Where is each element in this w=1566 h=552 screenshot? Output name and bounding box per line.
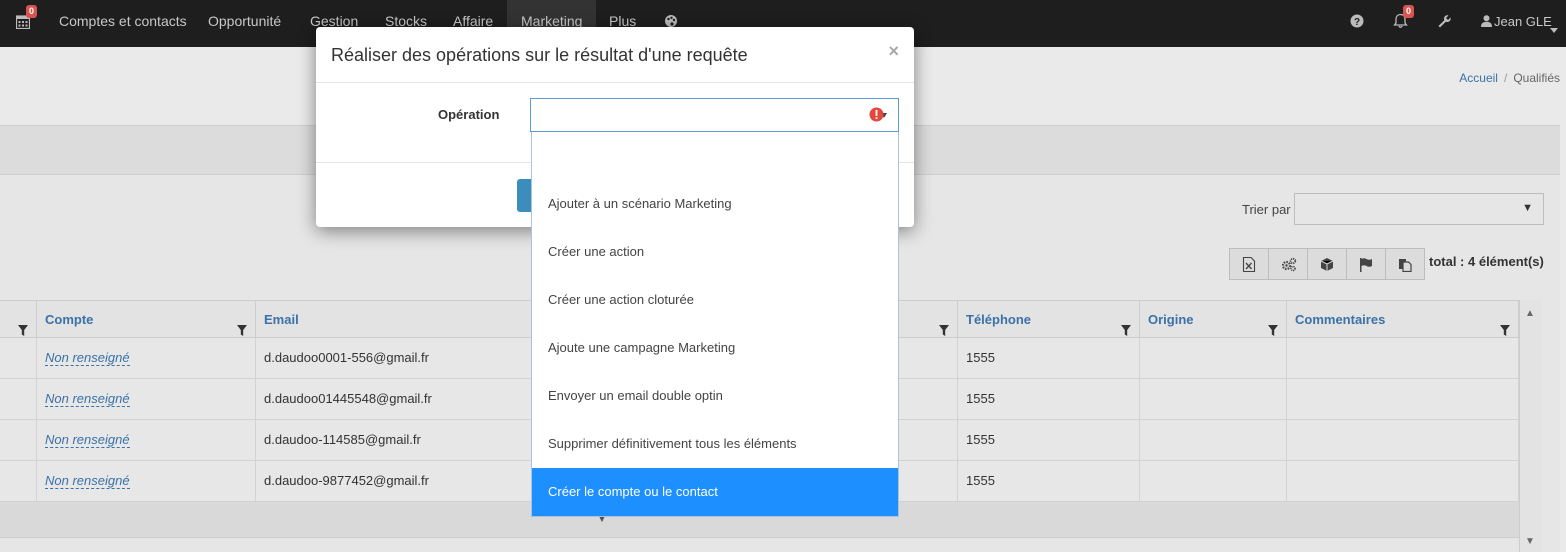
row-select-cell[interactable] bbox=[0, 338, 37, 379]
header-commentaires-label: Commentaires bbox=[1295, 312, 1386, 327]
origine-cell bbox=[1140, 461, 1287, 502]
option-supprimer-elements[interactable]: Supprimer définitivement tous les élémen… bbox=[532, 420, 898, 468]
header-first-col[interactable] bbox=[0, 301, 37, 339]
flag-icon bbox=[1360, 258, 1372, 272]
operation-label: Opération bbox=[438, 107, 500, 122]
flag-button[interactable] bbox=[1346, 248, 1386, 280]
calendar-badge: 0 bbox=[26, 5, 38, 18]
compte-cell[interactable]: Non renseigné bbox=[37, 461, 256, 502]
sort-label: Trier par bbox=[1242, 202, 1291, 217]
close-icon[interactable]: × bbox=[888, 41, 899, 62]
modal-divider bbox=[316, 82, 914, 83]
commentaires-cell bbox=[1287, 379, 1519, 420]
telephone-cell: 1555 bbox=[958, 338, 1140, 379]
cube-icon bbox=[1320, 258, 1334, 271]
row-select-cell[interactable] bbox=[0, 379, 37, 420]
operation-select[interactable] bbox=[530, 98, 899, 132]
total-count: total : 4 élément(s) bbox=[1429, 254, 1544, 269]
commentaires-cell bbox=[1287, 420, 1519, 461]
copy-button[interactable] bbox=[1385, 248, 1425, 280]
scroll-down-icon[interactable]: ▼ bbox=[1525, 536, 1535, 547]
origine-cell bbox=[1140, 379, 1287, 420]
excel-file-icon bbox=[1242, 257, 1256, 272]
header-origine-label: Origine bbox=[1148, 312, 1194, 327]
telephone-cell: 1555 bbox=[958, 461, 1140, 502]
option-envoyer-email-optin[interactable]: Envoyer un email double optin bbox=[532, 372, 898, 420]
user-caret-icon[interactable] bbox=[1550, 21, 1558, 36]
row-select-cell[interactable] bbox=[0, 461, 37, 502]
header-telephone[interactable]: Téléphone bbox=[958, 301, 1140, 339]
compte-cell[interactable]: Non renseigné bbox=[37, 420, 256, 461]
settings-button[interactable] bbox=[1268, 248, 1308, 280]
scroll-up-icon[interactable]: ▲ bbox=[1525, 308, 1535, 319]
operation-dropdown-list: Ajouter à un scénario Marketing Créer un… bbox=[531, 132, 899, 517]
cube-button[interactable] bbox=[1307, 248, 1347, 280]
compte-cell[interactable]: Non renseigné bbox=[37, 338, 256, 379]
option-creer-compte-contact[interactable]: Créer le compte ou le contact bbox=[532, 468, 898, 516]
header-email-label: Email bbox=[264, 312, 299, 327]
notification-badge: 0 bbox=[1403, 5, 1415, 18]
option-creer-action-cloturee[interactable]: Créer une action cloturée bbox=[532, 276, 898, 324]
telephone-cell: 1555 bbox=[958, 379, 1140, 420]
option-creer-action[interactable]: Créer une action bbox=[532, 228, 898, 276]
table-scrollbar[interactable]: ▲ ▼ bbox=[1519, 300, 1541, 552]
sort-select[interactable]: ▼ bbox=[1294, 193, 1544, 225]
header-compte[interactable]: Compte bbox=[37, 301, 256, 339]
copy-icon bbox=[1399, 259, 1412, 272]
submit-button[interactable] bbox=[517, 179, 531, 212]
header-commentaires[interactable]: Commentaires bbox=[1287, 301, 1519, 339]
compte-cell[interactable]: Non renseigné bbox=[37, 379, 256, 420]
user-menu[interactable]: Jean GLE bbox=[1494, 0, 1552, 47]
svg-text:?: ? bbox=[1354, 17, 1360, 28]
option-empty[interactable] bbox=[532, 132, 898, 180]
commentaires-cell bbox=[1287, 461, 1519, 502]
gears-icon bbox=[1281, 257, 1297, 272]
option-ajouter-scenario[interactable]: Ajouter à un scénario Marketing bbox=[532, 180, 898, 228]
user-icon[interactable] bbox=[1481, 15, 1492, 30]
row-select-cell[interactable] bbox=[0, 420, 37, 461]
origine-cell bbox=[1140, 420, 1287, 461]
help-icon[interactable]: ? bbox=[1350, 14, 1364, 31]
header-telephone-label: Téléphone bbox=[966, 312, 1032, 327]
modal-title: Réaliser des opérations sur le résultat … bbox=[331, 45, 748, 65]
breadcrumb-current: Qualifiés bbox=[1513, 71, 1560, 85]
nav-comptes-contacts[interactable]: Comptes et contacts bbox=[59, 0, 187, 47]
breadcrumb: Accueil / Qualifiés bbox=[1459, 71, 1560, 85]
wrench-icon[interactable] bbox=[1437, 14, 1452, 32]
nav-opportunite[interactable]: Opportunité bbox=[208, 0, 281, 47]
origine-cell bbox=[1140, 338, 1287, 379]
breadcrumb-home[interactable]: Accueil bbox=[1459, 71, 1498, 85]
sort-caret-icon: ▼ bbox=[1522, 202, 1533, 214]
export-excel-button[interactable] bbox=[1229, 248, 1269, 280]
header-origine[interactable]: Origine bbox=[1140, 301, 1287, 339]
commentaires-cell bbox=[1287, 338, 1519, 379]
header-compte-label: Compte bbox=[45, 312, 94, 327]
option-ajoute-campagne[interactable]: Ajoute une campagne Marketing bbox=[532, 324, 898, 372]
telephone-cell: 1555 bbox=[958, 420, 1140, 461]
error-icon bbox=[869, 107, 887, 125]
